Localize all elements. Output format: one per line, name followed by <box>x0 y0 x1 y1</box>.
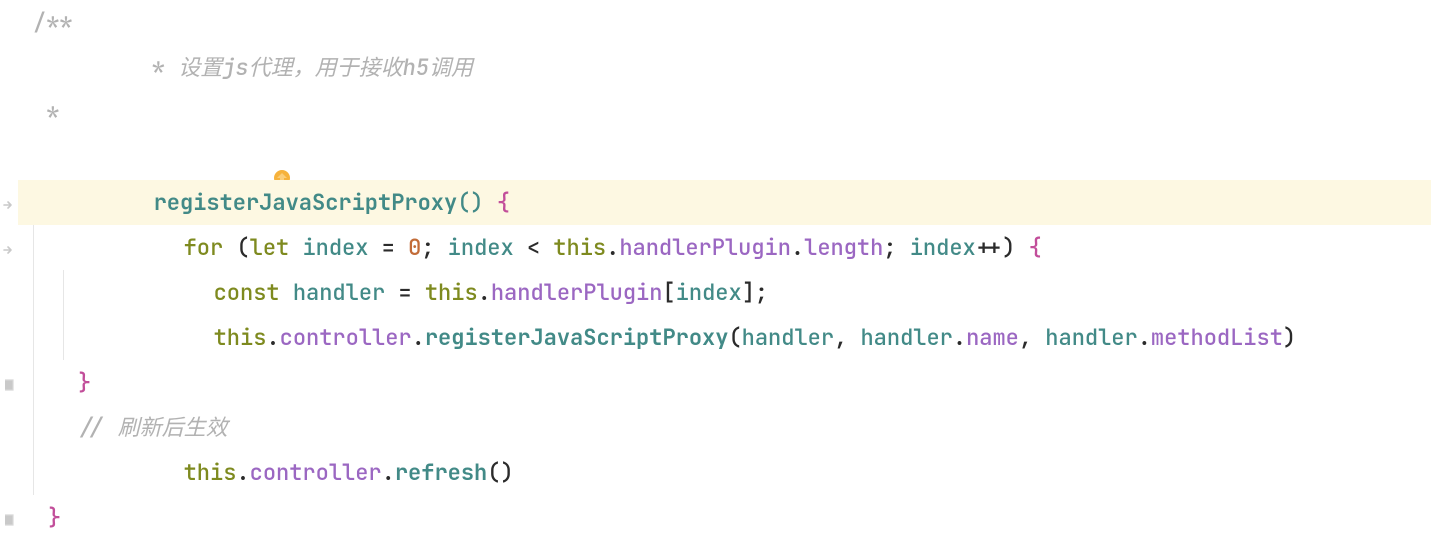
semicolon: ; <box>755 278 768 307</box>
bracket-close: ] <box>742 278 755 307</box>
semicolon: ; <box>421 233 434 262</box>
text <box>484 188 497 217</box>
keyword-let: let <box>250 233 290 262</box>
paren: () <box>457 188 483 217</box>
bracket-open: [ <box>662 278 675 307</box>
keyword-const: const <box>214 278 280 307</box>
paren-close: ) <box>1002 233 1015 262</box>
var-index: index <box>910 233 976 262</box>
paren-open: ( <box>728 323 741 352</box>
method-name: registerJavaScriptProxy <box>154 188 458 217</box>
brace-open: { <box>1029 233 1042 262</box>
inc-op: ++ <box>976 233 1002 262</box>
fold-close-icon[interactable] <box>2 374 16 388</box>
code-area[interactable]: /** * 设置js代理，用于接收h5调用 * <box>18 0 1431 541</box>
paren-close: ) <box>1283 323 1296 352</box>
comment-star: * <box>33 98 59 127</box>
prop-controller: controller <box>280 323 412 352</box>
prop-controller: controller <box>250 458 382 487</box>
code-line[interactable]: this.controller.refresh() <box>18 450 1431 495</box>
comment-prefix: * <box>139 53 179 82</box>
keyword-this: this <box>425 278 478 307</box>
paren: () <box>487 458 513 487</box>
assign-op: = <box>368 233 408 262</box>
semicolon: ; <box>883 233 896 262</box>
arg-handler: handler <box>860 323 952 352</box>
prop-name: name <box>966 323 1019 352</box>
goto-arrow-icon[interactable] <box>2 194 16 208</box>
keyword-for: for <box>184 233 224 262</box>
prop-handlerPlugin: handlerPlugin <box>491 278 663 307</box>
goto-arrow-icon[interactable] <box>2 239 16 253</box>
var-index: index <box>448 233 514 262</box>
brace-close: } <box>48 503 61 532</box>
code-line[interactable]: this.controller.registerJavaScriptProxy(… <box>18 315 1431 360</box>
brace-close: } <box>78 368 91 397</box>
brace-open: { <box>497 188 510 217</box>
lt-op: < <box>514 233 554 262</box>
var-handler: handler <box>293 278 385 307</box>
var-index: index <box>676 278 742 307</box>
code-line[interactable]: * 设置js代理，用于接收h5调用 <box>18 45 1431 90</box>
call-refresh: refresh <box>395 458 487 487</box>
arg-handler: handler <box>742 323 834 352</box>
keyword-this: this <box>184 458 237 487</box>
prop-length: length <box>804 233 883 262</box>
hint-bulb-icon[interactable] <box>139 147 157 169</box>
fold-close-icon[interactable] <box>2 509 16 523</box>
call-registerJavaScriptProxy: registerJavaScriptProxy <box>425 323 729 352</box>
paren-open: ( <box>236 233 249 262</box>
keyword-this: this <box>553 233 606 262</box>
literal-zero: 0 <box>408 233 421 262</box>
code-line[interactable]: } <box>18 360 1431 405</box>
keyword-this: this <box>214 323 267 352</box>
arg-handler: handler <box>1045 323 1137 352</box>
prop-handlerPlugin: handlerPlugin <box>619 233 791 262</box>
comment-text: 设置js代理，用于接收h5调用 <box>178 53 473 82</box>
gutter <box>0 0 18 541</box>
line-comment: // 刷新后生效 <box>78 413 228 442</box>
var-index: index <box>302 233 368 262</box>
code-line[interactable]: * <box>18 90 1431 135</box>
comment-open: /** <box>33 8 73 37</box>
code-line[interactable]: } <box>18 495 1431 540</box>
prop-methodList: methodList <box>1151 323 1283 352</box>
code-editor[interactable]: /** * 设置js代理，用于接收h5调用 * <box>0 0 1431 541</box>
